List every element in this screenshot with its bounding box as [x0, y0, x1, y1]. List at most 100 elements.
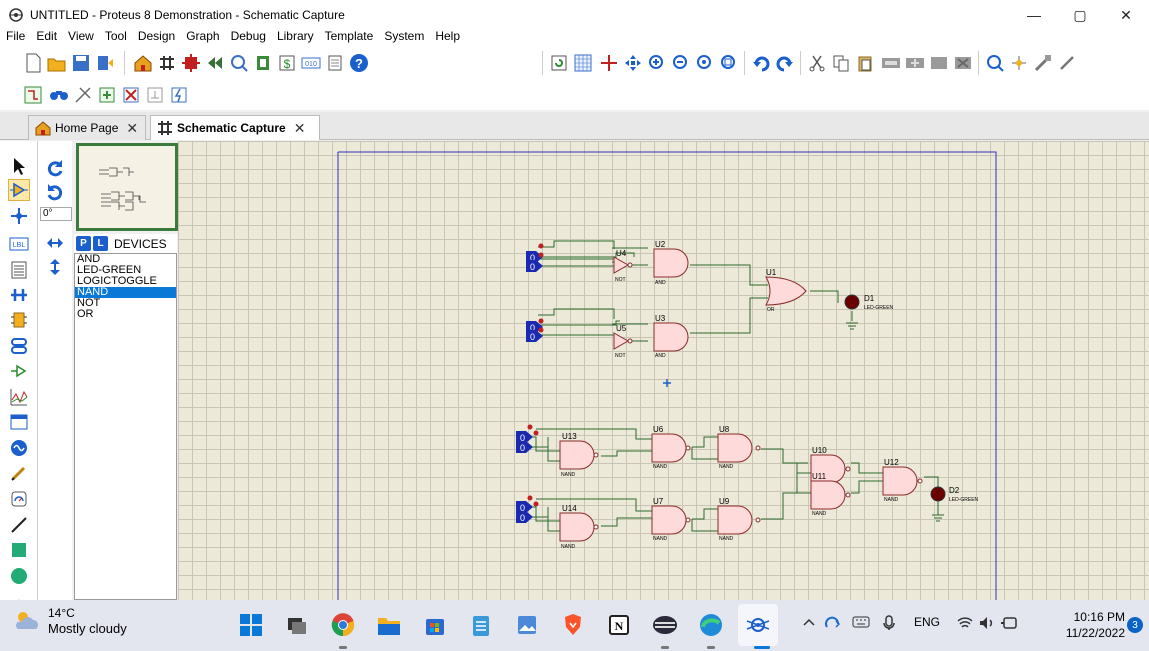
mirror-horizontal-icon[interactable]: [44, 232, 66, 254]
logic-toggle[interactable]: 0 0: [526, 243, 544, 273]
open-folder-icon[interactable]: [46, 52, 68, 74]
rotate-clockwise-icon[interactable]: [44, 157, 66, 179]
nand-gate-u8[interactable]: U8 NAND: [717, 425, 761, 470]
library-manager-button[interactable]: L: [93, 236, 108, 251]
selection-mode-icon[interactable]: [8, 155, 30, 177]
tape-recorder-icon[interactable]: [8, 411, 30, 433]
paste-icon[interactable]: [854, 52, 876, 74]
system-clock[interactable]: 10:16 PM 11/22/2022: [1066, 609, 1125, 641]
buses-mode-icon[interactable]: [8, 284, 30, 306]
wifi-icon[interactable]: [956, 615, 974, 634]
zoom-all-icon[interactable]: [694, 52, 716, 74]
undo-icon[interactable]: [750, 52, 772, 74]
generator-mode-icon[interactable]: [8, 437, 30, 459]
brave-browser-icon[interactable]: [560, 612, 586, 638]
logic-toggle[interactable]: 0 0: [516, 424, 539, 454]
zoom-area-icon[interactable]: [718, 52, 740, 74]
not-gate-u5[interactable]: U5 NOT: [613, 324, 633, 359]
gerber-viewer-icon[interactable]: [228, 52, 250, 74]
battery-icon[interactable]: [1000, 615, 1020, 634]
schematic-capture-icon[interactable]: [156, 52, 178, 74]
pick-device-button[interactable]: P: [76, 236, 91, 251]
save-icon[interactable]: [70, 52, 92, 74]
and-gate-u3[interactable]: U3 AND: [653, 314, 689, 359]
home-page-icon[interactable]: [132, 52, 154, 74]
show-hidden-icons-icon[interactable]: [802, 615, 816, 632]
nand-gate-u12[interactable]: U12 NAND: [882, 458, 923, 503]
design-explorer-icon[interactable]: [252, 52, 274, 74]
tab-home-page[interactable]: Home Page ✕: [28, 115, 146, 140]
voltage-probe-icon[interactable]: [8, 462, 30, 484]
refresh-display-icon[interactable]: [548, 52, 570, 74]
tab-schematic-capture[interactable]: Schematic Capture ✕: [150, 115, 320, 140]
line-tool-icon[interactable]: [8, 514, 30, 536]
notion-icon[interactable]: N: [606, 612, 632, 638]
terminals-mode-icon[interactable]: [8, 335, 30, 357]
proteus-taskbar-icon[interactable]: [745, 612, 771, 638]
junction-dot-icon[interactable]: [8, 205, 30, 227]
close-project-icon[interactable]: [94, 52, 116, 74]
nand-gate-u7[interactable]: U7 NAND: [651, 497, 691, 542]
menu-debug[interactable]: Debug: [231, 29, 266, 43]
start-menu-icon[interactable]: [238, 612, 264, 638]
menu-design[interactable]: Design: [138, 29, 175, 43]
logic-toggle[interactable]: 0 0: [516, 495, 539, 524]
rotation-angle-field[interactable]: 0°: [40, 207, 72, 221]
schematic-canvas[interactable]: 0 0 0 0 U4 NOT U5 NOT U2 AND U3 AND U1 O…: [178, 141, 1149, 600]
component-mode-icon[interactable]: [8, 179, 30, 201]
notification-badge[interactable]: 3: [1127, 617, 1143, 633]
menu-tool[interactable]: Tool: [105, 29, 127, 43]
circle-tool-icon[interactable]: [8, 565, 30, 587]
task-view-icon[interactable]: [284, 612, 310, 638]
and-gate-u2[interactable]: U2 AND: [653, 240, 689, 286]
notepad-icon[interactable]: [468, 612, 494, 638]
copy-icon[interactable]: [830, 52, 852, 74]
device-pins-mode-icon[interactable]: [8, 360, 30, 382]
text-script-icon[interactable]: [8, 259, 30, 281]
exit-to-parent-icon[interactable]: [144, 84, 166, 106]
menu-file[interactable]: File: [6, 29, 25, 43]
block-rotate-icon[interactable]: [928, 52, 950, 74]
nand-gate-u6[interactable]: U6 NAND: [651, 425, 691, 470]
photos-icon[interactable]: [514, 612, 540, 638]
pan-icon[interactable]: [622, 52, 644, 74]
or-gate-u1[interactable]: U1 OR: [765, 268, 807, 313]
menu-view[interactable]: View: [68, 29, 94, 43]
3d-viewer-icon[interactable]: [204, 52, 226, 74]
block-move-icon[interactable]: [904, 52, 926, 74]
nand-gate-u13[interactable]: U13 NAND: [559, 432, 599, 478]
pick-parts-icon[interactable]: [984, 52, 1006, 74]
virtual-instruments-icon[interactable]: [8, 488, 30, 510]
microphone-icon[interactable]: [882, 615, 896, 634]
nand-gate-u14[interactable]: U14 NAND: [559, 504, 599, 550]
microsoft-store-icon[interactable]: [422, 612, 448, 638]
not-gate-u4[interactable]: U4 NOT: [613, 249, 633, 283]
menu-edit[interactable]: Edit: [36, 29, 57, 43]
file-explorer-icon[interactable]: [376, 612, 402, 638]
menu-graph[interactable]: Graph: [186, 29, 219, 43]
new-sheet-icon[interactable]: [96, 84, 118, 106]
redo-icon[interactable]: [774, 52, 796, 74]
box-tool-icon[interactable]: [8, 539, 30, 561]
speaker-icon[interactable]: [978, 615, 996, 634]
search-tag-icon[interactable]: [48, 84, 70, 106]
menu-library[interactable]: Library: [277, 29, 314, 43]
block-delete-icon[interactable]: [952, 52, 974, 74]
tab-home-page-close[interactable]: ✕: [126, 120, 138, 137]
weather-widget[interactable]: 14°C Mostly cloudy: [14, 606, 127, 636]
remove-sheet-icon[interactable]: [120, 84, 142, 106]
cut-icon[interactable]: [806, 52, 828, 74]
project-notes-icon[interactable]: [324, 52, 346, 74]
block-copy-icon[interactable]: [880, 52, 902, 74]
language-indicator[interactable]: ENG: [914, 615, 940, 629]
tab-schematic-capture-close[interactable]: ✕: [294, 120, 306, 137]
overview-window[interactable]: [76, 143, 178, 231]
menu-template[interactable]: Template: [325, 29, 374, 43]
zoom-out-icon[interactable]: [670, 52, 692, 74]
nand-gate-u9[interactable]: U9 NAND: [717, 497, 761, 542]
device-item-or[interactable]: OR: [75, 309, 176, 320]
chrome-icon[interactable]: [330, 612, 356, 638]
toggle-grid-icon[interactable]: [572, 52, 594, 74]
wire-label-icon[interactable]: LBL: [8, 233, 30, 255]
make-device-icon[interactable]: [1008, 52, 1030, 74]
